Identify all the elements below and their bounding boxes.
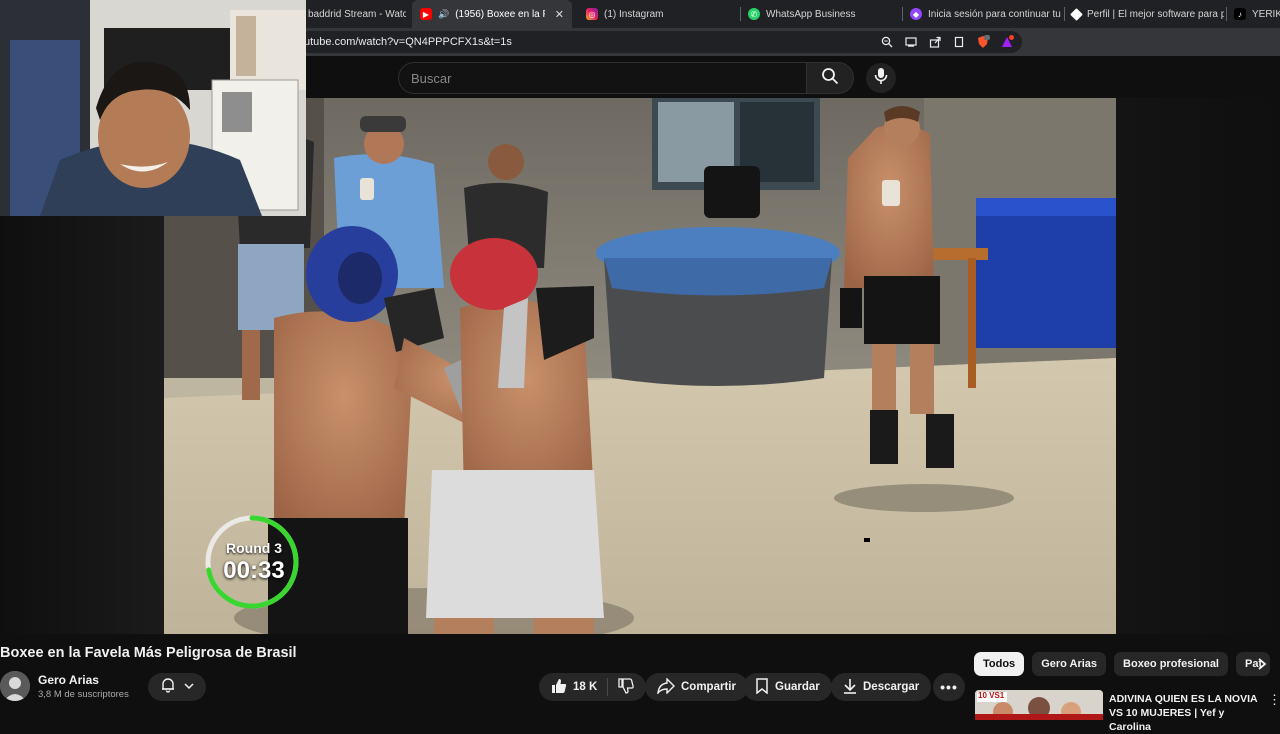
more-horizontal-icon: ••• — [940, 679, 958, 695]
chip-boxeo-profesional[interactable]: Boxeo profesional — [1114, 652, 1228, 676]
share-button[interactable]: Compartir — [645, 673, 748, 701]
voice-search-button[interactable] — [866, 63, 896, 93]
thumbnail-badge: 10 VS1 — [978, 691, 1005, 700]
chevron-right-icon — [1257, 657, 1267, 675]
dislike-button[interactable] — [618, 677, 635, 697]
chips-next-button[interactable] — [1252, 656, 1272, 676]
webcam-image — [0, 0, 306, 216]
speaker-icon: 🔊 — [438, 8, 450, 19]
twitch-icon: ◆ — [910, 8, 922, 20]
bookmark-icon — [755, 677, 769, 697]
round-label: Round 3 — [226, 540, 282, 556]
download-icon — [843, 678, 857, 697]
bell-icon — [160, 677, 176, 698]
instagram-icon: ◎ — [586, 8, 598, 20]
save-button[interactable]: Guardar — [743, 673, 832, 701]
brave-rewards-icon[interactable] — [1000, 35, 1014, 49]
tab-instagram[interactable]: ◎ (1) Instagram — [578, 0, 738, 28]
thumbs-down-icon — [618, 677, 635, 697]
tab-perfil[interactable]: Perfil | El mejor software para pote — [1064, 0, 1224, 28]
brave-shield-icon[interactable] — [976, 35, 990, 49]
search-button[interactable] — [806, 62, 854, 94]
address-bar[interactable]: utube.com/watch?v=QN4PPPCFX1s&t=1s — [296, 31, 1022, 53]
webcam-overlay — [0, 0, 306, 216]
zoom-icon[interactable] — [880, 35, 894, 49]
chip-gero-arias[interactable]: Gero Arias — [1032, 652, 1107, 676]
recommended-title[interactable]: ADIVINA QUIEN ES LA NOVIA VS 10 MUJERES … — [1109, 692, 1269, 734]
chip-todos[interactable]: Todos — [974, 652, 1025, 676]
ambient-glow-right — [1116, 98, 1280, 634]
chevron-down-icon — [184, 678, 194, 696]
recommended-thumbnail[interactable]: 10 VS1 — [975, 690, 1103, 720]
url-text: utube.com/watch?v=QN4PPPCFX1s&t=1s — [304, 36, 512, 48]
subscriber-count: 3,8 M de suscriptores — [38, 689, 129, 700]
bookmark-star-icon[interactable] — [952, 35, 966, 49]
channel-avatar[interactable] — [0, 671, 30, 701]
thumbs-up-icon — [551, 678, 567, 697]
diamond-icon — [1070, 7, 1083, 21]
youtube-header: Buscar — [296, 56, 1280, 98]
tab-whatsapp[interactable]: ✆ WhatsApp Business — [740, 0, 900, 28]
tiktok-icon: ♪ — [1234, 8, 1246, 20]
cast-icon[interactable] — [904, 35, 918, 49]
ambient-glow-left — [0, 216, 164, 634]
microphone-icon — [874, 67, 888, 90]
tab-twitch-login[interactable]: ◆ Inicia sesión para continuar tu exp — [902, 0, 1062, 28]
video-player[interactable] — [164, 98, 1116, 634]
share-arrow-icon — [657, 676, 675, 697]
close-tab-icon[interactable]: ✕ — [555, 8, 564, 21]
recommended-more-icon[interactable]: ⋮ — [1268, 692, 1280, 708]
video-frame-image — [164, 98, 1116, 634]
tab-stream[interactable]: baddrid Stream - Watch Li — [300, 0, 406, 28]
whatsapp-icon: ✆ — [748, 8, 760, 20]
recommendation-filter-chips: Todos Gero Arias Boxeo profesional Pat — [974, 652, 1270, 676]
round-timer-text: 00:33 — [223, 557, 285, 584]
search-icon — [821, 67, 839, 90]
search-input[interactable]: Buscar — [398, 62, 806, 94]
tab-tiktok[interactable]: ♪ YERIK — [1226, 0, 1280, 28]
video-title: Boxee en la Favela Más Peligrosa de Bras… — [0, 645, 297, 661]
share-icon[interactable] — [928, 35, 942, 49]
more-actions-button[interactable]: ••• — [933, 673, 965, 701]
youtube-icon: ▶ — [420, 8, 432, 20]
download-button[interactable]: Descargar — [831, 673, 932, 701]
like-button[interactable]: 18 K — [551, 678, 597, 697]
like-dislike-group: 18 K — [539, 673, 647, 701]
notification-bell-button[interactable] — [148, 673, 206, 701]
tab-youtube-active[interactable]: ▶ 🔊 (1956) Boxee en la Favela M ✕ — [412, 0, 572, 28]
channel-name[interactable]: Gero Arias — [38, 673, 99, 687]
